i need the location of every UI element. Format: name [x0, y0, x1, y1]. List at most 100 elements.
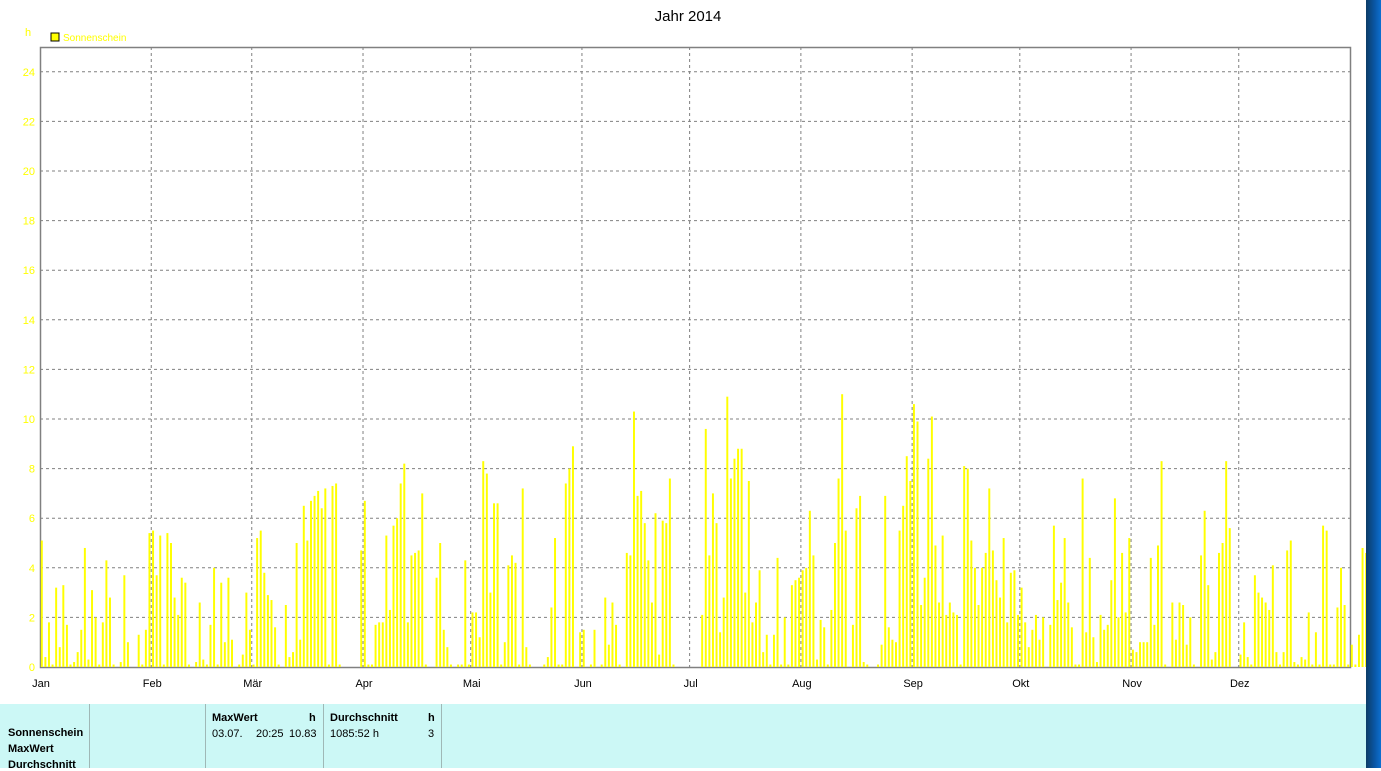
bar-day-287: [1067, 602, 1070, 667]
bar-day-347: [1282, 652, 1285, 667]
bar-day-160: [611, 602, 614, 667]
y-tick-label: 10: [23, 414, 35, 426]
bar-day-75: [306, 540, 309, 667]
bar-day-202: [762, 652, 765, 667]
bar-day-362: [1336, 607, 1339, 667]
bar-day-279: [1038, 639, 1041, 667]
bar-day-149: [571, 446, 574, 667]
bar-day-344: [1271, 565, 1274, 667]
bar-day-277: [1031, 629, 1034, 667]
y-tick-label: 2: [29, 612, 35, 624]
bar-day-162: [618, 664, 621, 667]
bar-day-284: [1056, 600, 1059, 667]
bar-day-144: [554, 538, 557, 667]
bar-day-6: [58, 647, 61, 667]
bar-day-318: [1178, 602, 1181, 667]
y-tick-label: 22: [23, 116, 35, 128]
bar-day-112: [439, 543, 442, 667]
bar-day-261: [973, 567, 976, 667]
bar-day-5: [55, 587, 58, 667]
bar-day-257: [959, 664, 962, 667]
bar-day-81: [327, 664, 330, 667]
bar-day-92: [367, 664, 370, 667]
bar-day-327: [1210, 659, 1213, 667]
bar-day-111: [435, 577, 438, 667]
bar-day-76: [309, 500, 312, 667]
bar-day-154: [589, 664, 592, 667]
bar-day-97: [385, 535, 388, 667]
bar-day-49: [213, 567, 216, 667]
bar-day-367: [1354, 664, 1357, 667]
bar-day-57: [241, 654, 244, 667]
bar-day-10: [73, 662, 76, 667]
plot-frame: [39, 46, 1352, 669]
bar-day-188: [711, 493, 714, 667]
bar-day-62: [259, 530, 262, 667]
bar-day-77: [313, 495, 316, 667]
bar-day-311: [1153, 624, 1156, 667]
legend-swatch-sonnenschein: [50, 32, 60, 42]
bar-day-122: [475, 612, 478, 667]
x-tick-label: Sep: [903, 678, 923, 690]
bar-day-283: [1052, 525, 1055, 667]
bar-day-54: [231, 639, 233, 667]
desktop-edge: [1366, 0, 1381, 768]
bar-day-332: [1228, 528, 1231, 667]
bar-day-151: [579, 632, 582, 667]
bar-day-121: [471, 612, 474, 667]
bar-day-314: [1164, 664, 1167, 667]
x-tick-label: Jun: [574, 678, 592, 690]
row-label-sonnenschein: Sonnenschein: [8, 727, 84, 739]
bar-day-289: [1074, 664, 1077, 667]
bar-day-299: [1110, 580, 1113, 667]
bar-day-280: [1042, 617, 1045, 667]
bar-day-38: [173, 597, 176, 667]
bar-day-40: [180, 577, 183, 667]
bar-day-42: [187, 664, 190, 667]
maxwert-header: MaxWert: [212, 712, 258, 724]
bar-day-164: [625, 552, 628, 667]
bar-day-221: [830, 609, 833, 667]
bar-day-197: [744, 592, 747, 667]
bar-day-338: [1250, 664, 1253, 667]
bar-day-126: [489, 592, 492, 667]
legend[interactable]: Sonnenschein: [50, 32, 126, 44]
legend-label-sonnenschein: Sonnenschein: [63, 33, 126, 44]
bar-day-353: [1304, 659, 1307, 667]
bar-day-213: [801, 570, 804, 667]
bar-day-194: [733, 458, 736, 667]
bar-day-243: [909, 481, 912, 667]
y-tick-label: 20: [23, 166, 35, 178]
bar-day-325: [1203, 510, 1206, 667]
bar-day-210: [790, 585, 793, 667]
bar-day-136: [525, 647, 528, 667]
bar-day-206: [776, 557, 779, 667]
bar-day-9: [69, 664, 72, 667]
bar-day-190: [719, 632, 722, 667]
bar-day-152: [582, 629, 585, 667]
bar-day-220: [826, 664, 829, 667]
bar-day-214: [805, 567, 808, 667]
bar-day-258: [963, 466, 966, 667]
x-tick-label: Nov: [1122, 678, 1142, 690]
bar-day-24: [123, 575, 126, 667]
bar-day-145: [557, 664, 560, 667]
bar-day-273: [1017, 614, 1019, 667]
bar-day-310: [1149, 557, 1152, 667]
bar-day-103: [406, 622, 409, 667]
bar-day-212: [798, 577, 801, 667]
bar-day-50: [216, 664, 219, 667]
bar-day-4: [51, 664, 54, 667]
bar-day-229: [859, 495, 862, 667]
bar-day-291: [1081, 478, 1084, 667]
row-labels-column: Sonnenschein MaxWert Durchschnitt: [0, 704, 90, 771]
bar-day-240: [898, 530, 901, 667]
bar-day-265: [988, 488, 991, 667]
bar-day-296: [1099, 614, 1102, 667]
bar-day-248: [927, 458, 930, 667]
y-axis-unit: h: [25, 27, 31, 39]
bar-day-94: [374, 624, 377, 667]
bar-day-297: [1103, 629, 1106, 667]
bar-day-129: [500, 664, 503, 667]
bar-day-245: [916, 421, 919, 667]
